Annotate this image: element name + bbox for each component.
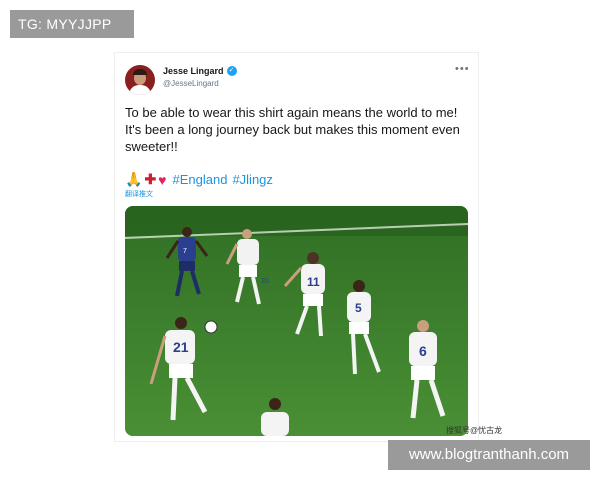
player-number-7: 7 — [183, 248, 187, 255]
avatar[interactable] — [125, 65, 155, 95]
hashtag-link-jlingz[interactable]: #Jlingz — [232, 172, 272, 187]
player-number-21: 21 — [173, 339, 189, 355]
author-name-row: Jesse Lingard ✓ — [163, 66, 237, 76]
tg-watermark: TG: MYYJJPP — [10, 10, 134, 38]
player-number-11: 11 — [307, 275, 320, 289]
player-number-5: 5 — [355, 301, 362, 315]
tweet-text: To be able to wear this shirt again mean… — [125, 105, 460, 154]
photo-source-watermark: 搜狐号@忧古龙 — [446, 426, 503, 435]
avatar-body — [129, 85, 151, 95]
tweet-photo[interactable]: 7 20 11 5 21 6 — [125, 206, 468, 436]
hashtag-link-england[interactable]: #England — [172, 172, 227, 187]
verified-badge-icon: ✓ — [226, 66, 237, 76]
avatar-hair — [133, 69, 147, 75]
football-scene-illustration: 7 20 11 5 21 6 — [125, 206, 468, 436]
folded-hands-emoji-icon: 🙏 — [125, 171, 143, 187]
author-handle[interactable]: @JesseLingard — [163, 79, 219, 88]
player-number-20: 20 — [261, 278, 269, 285]
hashtag-row: 🙏 ✚ ♥ #England #Jlingz — [125, 171, 278, 188]
site-watermark: www.blogtranthanh.com — [388, 440, 590, 470]
more-options-icon[interactable]: ••• — [455, 63, 470, 75]
england-flag-emoji-icon: ✚ — [144, 171, 157, 187]
author-display-name[interactable]: Jesse Lingard — [163, 66, 224, 76]
football — [204, 320, 218, 334]
translate-tweet-link[interactable]: 翻译推文 — [125, 189, 153, 199]
player-number-6: 6 — [419, 343, 427, 359]
tweet-card[interactable]: Jesse Lingard ✓ @JesseLingard ••• To be … — [114, 52, 479, 442]
heart-emoji-icon: ♥ — [158, 171, 167, 188]
